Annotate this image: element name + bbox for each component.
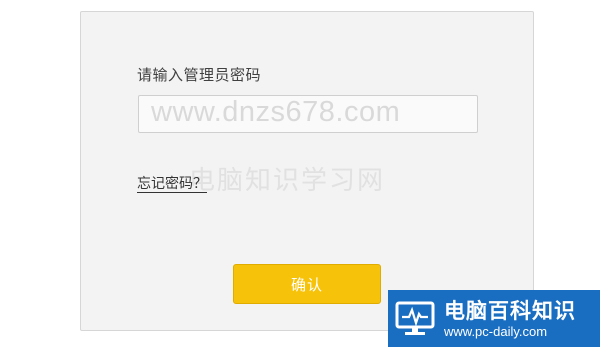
login-panel: 请输入管理员密码 www.dnzs678.com 电脑知识学习网 忘记密码？ 确…: [80, 11, 534, 331]
logo-title: 电脑百科知识: [444, 299, 576, 323]
corner-logo: 电脑百科知识 www.pc-daily.com: [388, 290, 600, 347]
forgot-password-link[interactable]: 忘记密码？: [137, 176, 207, 193]
password-prompt-label: 请输入管理员密码: [137, 66, 262, 84]
page: 请输入管理员密码 www.dnzs678.com 电脑知识学习网 忘记密码？ 确…: [0, 0, 600, 347]
confirm-button[interactable]: 确认: [233, 264, 381, 304]
monitor-heartbeat-icon: [395, 301, 435, 335]
watermark-text: 电脑知识学习网: [189, 166, 386, 196]
logo-url: www.pc-daily.com: [444, 324, 548, 339]
password-input[interactable]: [138, 95, 478, 133]
